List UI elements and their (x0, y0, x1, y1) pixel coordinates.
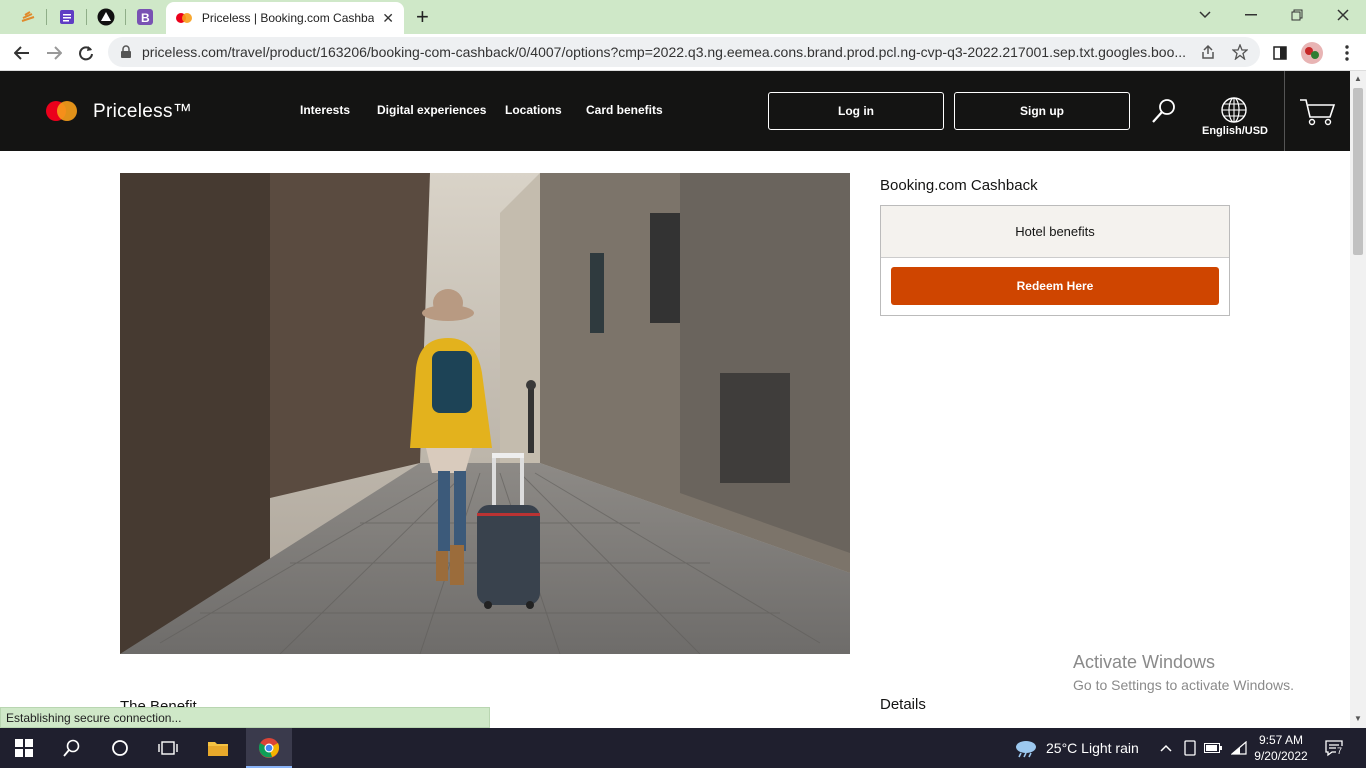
cart-icon[interactable] (1298, 97, 1336, 127)
side-panel-icon[interactable] (1267, 40, 1293, 66)
pinned-tab-triangle-icon[interactable] (95, 6, 117, 28)
battery-icon[interactable] (1201, 736, 1225, 760)
clock-time: 9:57 AM (1258, 733, 1304, 747)
tab-search-chevron-icon[interactable] (1182, 0, 1228, 30)
taskbar-search-icon[interactable] (60, 736, 84, 760)
notification-count: 7 (1336, 746, 1344, 756)
product-title: Booking.com Cashback (880, 177, 1038, 194)
login-button[interactable]: Log in (768, 92, 944, 130)
forward-arrow-icon[interactable] (41, 40, 67, 66)
weather-widget[interactable]: 25°C Light rain (1014, 738, 1139, 758)
weather-text: 25°C Light rain (1046, 740, 1139, 756)
nav-digital-experiences[interactable]: Digital experiences (377, 103, 486, 117)
globe-icon[interactable] (1220, 96, 1248, 124)
wifi-icon[interactable] (1227, 736, 1251, 760)
url-text: priceless.com/travel/product/163206/book… (142, 44, 1187, 60)
brand-name[interactable]: Priceless™ (93, 101, 192, 123)
bookmark-star-icon[interactable] (1232, 44, 1248, 60)
clock-date: 9/20/2022 (1254, 749, 1308, 763)
taskbar: 25°C Light rain 9:57 AM 9/20/2022 7 (0, 728, 1366, 768)
browser-menu-icon[interactable] (1334, 40, 1360, 66)
benefit-card: Hotel benefits Redeem Here (880, 205, 1230, 316)
language-selector[interactable]: English/USD (1200, 125, 1270, 137)
nav-locations[interactable]: Locations (505, 103, 562, 117)
minimize-icon[interactable] (1228, 0, 1274, 30)
rain-cloud-icon (1016, 741, 1036, 758)
windows-start-icon[interactable] (12, 736, 36, 760)
tab-title: Priceless | Booking.com Cashback (201, 11, 375, 25)
scrollbar-thumb[interactable] (1353, 88, 1363, 255)
close-tab-icon[interactable]: ✕ (382, 10, 394, 27)
chrome-icon[interactable] (257, 736, 281, 760)
back-arrow-icon[interactable] (9, 40, 35, 66)
nav-interests[interactable]: Interests (300, 103, 350, 117)
benefit-label: Hotel benefits (881, 206, 1229, 258)
pinned-tab-forms-icon[interactable] (56, 6, 78, 28)
reload-icon[interactable] (73, 40, 99, 66)
search-icon[interactable] (1150, 97, 1178, 125)
cortana-icon[interactable] (108, 736, 132, 760)
scroll-down-icon[interactable]: ▼ (1354, 714, 1362, 723)
site-header: Priceless™ Interests Digital experiences… (0, 71, 1350, 151)
system-clock[interactable]: 9:57 AM 9/20/2022 (1250, 732, 1312, 764)
restore-icon[interactable] (1274, 0, 1320, 30)
lock-icon[interactable] (120, 45, 132, 59)
profile-avatar[interactable] (1299, 40, 1325, 66)
browser-tab-strip: B Priceless | Booking.com Cashback ✕ + (0, 0, 1366, 34)
details-heading: Details (880, 696, 926, 713)
scroll-up-icon[interactable]: ▲ (1354, 74, 1362, 83)
svg-text:B: B (141, 11, 150, 25)
status-bar: Establishing secure connection... (0, 707, 490, 728)
browser-toolbar: priceless.com/travel/product/163206/book… (0, 34, 1366, 71)
task-view-icon[interactable] (156, 736, 180, 760)
pinned-tab-bootstrap-icon[interactable]: B (134, 6, 156, 28)
mastercard-favicon-icon (176, 13, 192, 23)
signup-button[interactable]: Sign up (954, 92, 1130, 130)
notification-center-icon[interactable]: 7 (1322, 736, 1346, 760)
share-icon[interactable] (1200, 44, 1216, 60)
device-icon[interactable] (1178, 736, 1202, 760)
redeem-button[interactable]: Redeem Here (891, 267, 1219, 305)
show-hidden-icons-chevron[interactable] (1154, 736, 1178, 760)
nav-card-benefits[interactable]: Card benefits (586, 103, 663, 117)
mastercard-logo-icon[interactable] (46, 101, 77, 121)
activate-windows-watermark: Activate Windows Go to Settings to activ… (1073, 652, 1294, 693)
file-explorer-icon[interactable] (206, 736, 230, 760)
new-tab-button[interactable]: + (416, 4, 429, 30)
active-tab[interactable]: Priceless | Booking.com Cashback ✕ (166, 2, 404, 34)
watermark-line1: Activate Windows (1073, 652, 1216, 672)
hero-image (120, 173, 850, 654)
address-bar[interactable]: priceless.com/travel/product/163206/book… (108, 37, 1260, 67)
watermark-line2: Go to Settings to activate Windows. (1073, 677, 1294, 693)
pinned-tab-stack-icon[interactable] (17, 6, 39, 28)
page-scrollbar[interactable]: ▲ ▼ (1350, 71, 1366, 728)
close-window-icon[interactable] (1320, 0, 1366, 30)
